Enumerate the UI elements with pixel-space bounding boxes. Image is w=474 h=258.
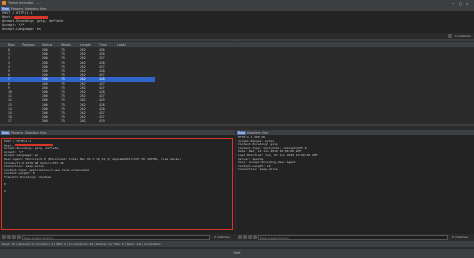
table-cell: 75 bbox=[61, 119, 65, 124]
prev-icon[interactable] bbox=[7, 235, 11, 239]
request-line: 0 bbox=[4, 182, 6, 187]
response-line: Connection: keep-alive bbox=[238, 167, 278, 172]
response-pane: Raw Headers Hex HTTP/1.1 200 OK Accept-Ra… bbox=[236, 130, 474, 234]
split-divider[interactable]: ⋯ bbox=[0, 38, 474, 42]
table-cell: 429 bbox=[99, 119, 105, 124]
next-icon[interactable] bbox=[12, 235, 16, 239]
next-icon[interactable] bbox=[248, 235, 252, 239]
tab-raw[interactable]: Raw bbox=[1, 130, 10, 135]
header-line: Accept-Language: en bbox=[2, 27, 41, 31]
request-line: Transfer-Encoding: chunked bbox=[4, 175, 51, 179]
tab-raw[interactable]: Raw bbox=[1, 6, 10, 11]
match-count: 0 matches bbox=[455, 34, 471, 38]
settings-icon[interactable] bbox=[448, 34, 452, 38]
help-icon[interactable] bbox=[2, 235, 6, 239]
request-pane: Raw Params Headers Hex POST / HTTP/1.1 Ho… bbox=[0, 130, 235, 234]
table-row[interactable]: 17 200 75 262 429 bbox=[0, 119, 155, 123]
split-divider[interactable] bbox=[0, 124, 474, 126]
forward-icon[interactable] bbox=[17, 235, 21, 239]
column-header[interactable]: Time bbox=[99, 43, 107, 47]
column-header[interactable]: Label bbox=[117, 43, 126, 47]
match-count: 0 matches bbox=[214, 235, 230, 239]
request-line: X bbox=[4, 189, 6, 194]
request-tabbar: Raw Params Headers Hex bbox=[0, 130, 235, 135]
app-icon bbox=[2, 1, 6, 5]
tab-headers[interactable]: Headers bbox=[24, 131, 40, 135]
halt-button[interactable]: Halt bbox=[0, 251, 474, 255]
column-header[interactable]: Words bbox=[61, 43, 71, 47]
request-editor[interactable]: POST / HTTP/1.1 Host: Accept-Encoding: g… bbox=[0, 11, 474, 33]
bottom-bar: Halt bbox=[0, 249, 474, 258]
search-row-bottom: Type a search term 0 matches Type a sear… bbox=[0, 234, 474, 240]
window-title: Turbo Intruder - ... bbox=[8, 1, 41, 5]
column-header[interactable]: Payload bbox=[22, 43, 34, 47]
tab-hex[interactable]: Hex bbox=[39, 131, 47, 135]
tab-headers[interactable]: Headers bbox=[24, 7, 40, 11]
table-cell: 200 bbox=[42, 119, 48, 124]
search-input[interactable]: Type a search term bbox=[22, 234, 210, 240]
tab-raw[interactable]: Raw bbox=[237, 130, 246, 135]
tab-headers[interactable]: Headers bbox=[246, 131, 262, 135]
column-header[interactable]: Row bbox=[8, 43, 15, 47]
tab-hex[interactable]: Hex bbox=[261, 131, 269, 135]
table-header: Row Payload Status Words Length Time Lab… bbox=[0, 42, 474, 47]
help-icon[interactable] bbox=[238, 235, 242, 239]
highlighted-request[interactable]: POST / HTTP/1.1 Host: Accept-Encoding: gz… bbox=[1, 138, 233, 230]
tab-params[interactable]: Params bbox=[10, 7, 24, 11]
tab-params[interactable]: Params bbox=[10, 131, 24, 135]
column-header[interactable]: Status bbox=[42, 43, 52, 47]
table-cell: 17 bbox=[8, 119, 12, 124]
status-bar: Reqs: 72 | Queued: 0 | Duration: 2 | RPS… bbox=[0, 241, 474, 247]
results-table: Row Payload Status Words Length Time Lab… bbox=[0, 42, 474, 124]
match-count: 0 matches bbox=[452, 235, 468, 239]
response-tabbar: Raw Headers Hex bbox=[236, 130, 474, 135]
table-cell: 262 bbox=[80, 119, 86, 124]
search-input[interactable]: Type a search term bbox=[258, 234, 448, 240]
forward-icon[interactable] bbox=[253, 235, 257, 239]
column-header[interactable]: Length bbox=[80, 43, 91, 47]
tab-hex[interactable]: Hex bbox=[39, 7, 47, 11]
prev-icon[interactable] bbox=[243, 235, 247, 239]
